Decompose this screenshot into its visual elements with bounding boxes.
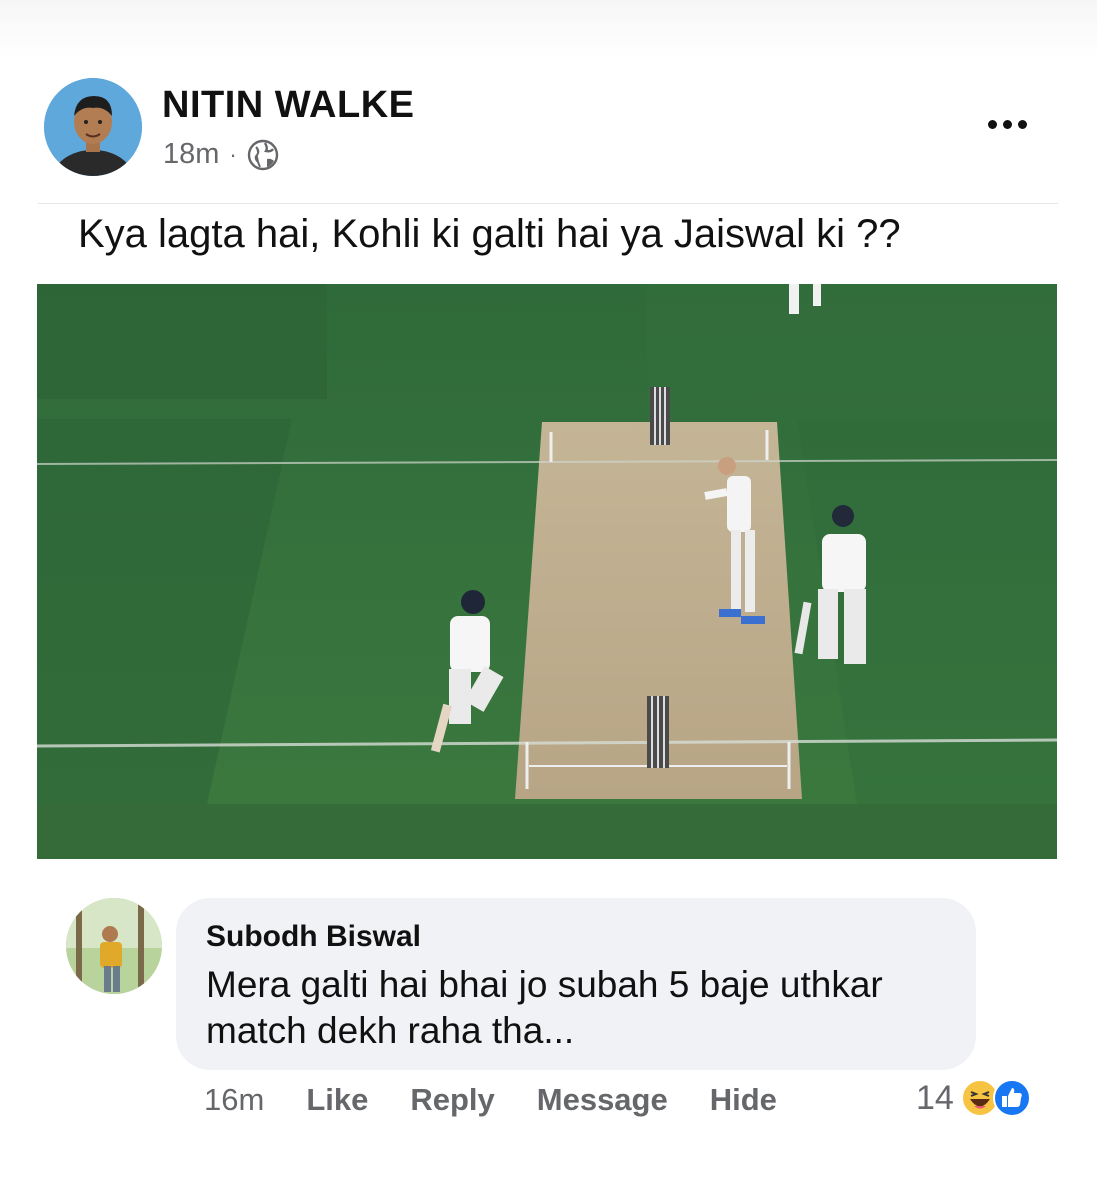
like-button[interactable]: Like: [306, 1082, 368, 1118]
comment-author-name[interactable]: Subodh Biswal: [206, 920, 421, 954]
post-text: Kya lagta hai, Kohli ki galti hai ya Jai…: [78, 212, 901, 256]
reaction-icons: [960, 1078, 1032, 1118]
meta-separator: ·: [229, 141, 237, 167]
hide-button[interactable]: Hide: [710, 1082, 777, 1118]
reaction-count: 14: [916, 1078, 954, 1117]
comment-bubble: Subodh Biswal Mera galti hai bhai jo sub…: [176, 898, 976, 1070]
author-avatar[interactable]: [44, 78, 142, 176]
reply-button[interactable]: Reply: [410, 1082, 494, 1118]
comment-reactions[interactable]: 14: [916, 1078, 1032, 1118]
globe-icon: [247, 139, 279, 171]
post-meta: 18m ·: [163, 138, 279, 171]
comment-actions: 16m Like Reply Message Hide: [204, 1082, 819, 1118]
comment-text: Mera galti hai bhai jo subah 5 baje uthk…: [206, 964, 883, 1051]
top-fade: [0, 0, 1097, 60]
post-time[interactable]: 18m: [163, 138, 219, 171]
message-button[interactable]: Message: [537, 1082, 668, 1118]
like-icon: [992, 1079, 1031, 1117]
commenter-avatar[interactable]: [66, 898, 162, 994]
header-divider: [38, 203, 1058, 204]
more-options-icon[interactable]: [988, 120, 1027, 129]
post-author-name[interactable]: NITIN WALKE: [162, 84, 414, 127]
post-image[interactable]: [37, 284, 1057, 859]
comment-time[interactable]: 16m: [204, 1082, 264, 1118]
post-header: NITIN WALKE 18m ·: [0, 70, 1097, 190]
